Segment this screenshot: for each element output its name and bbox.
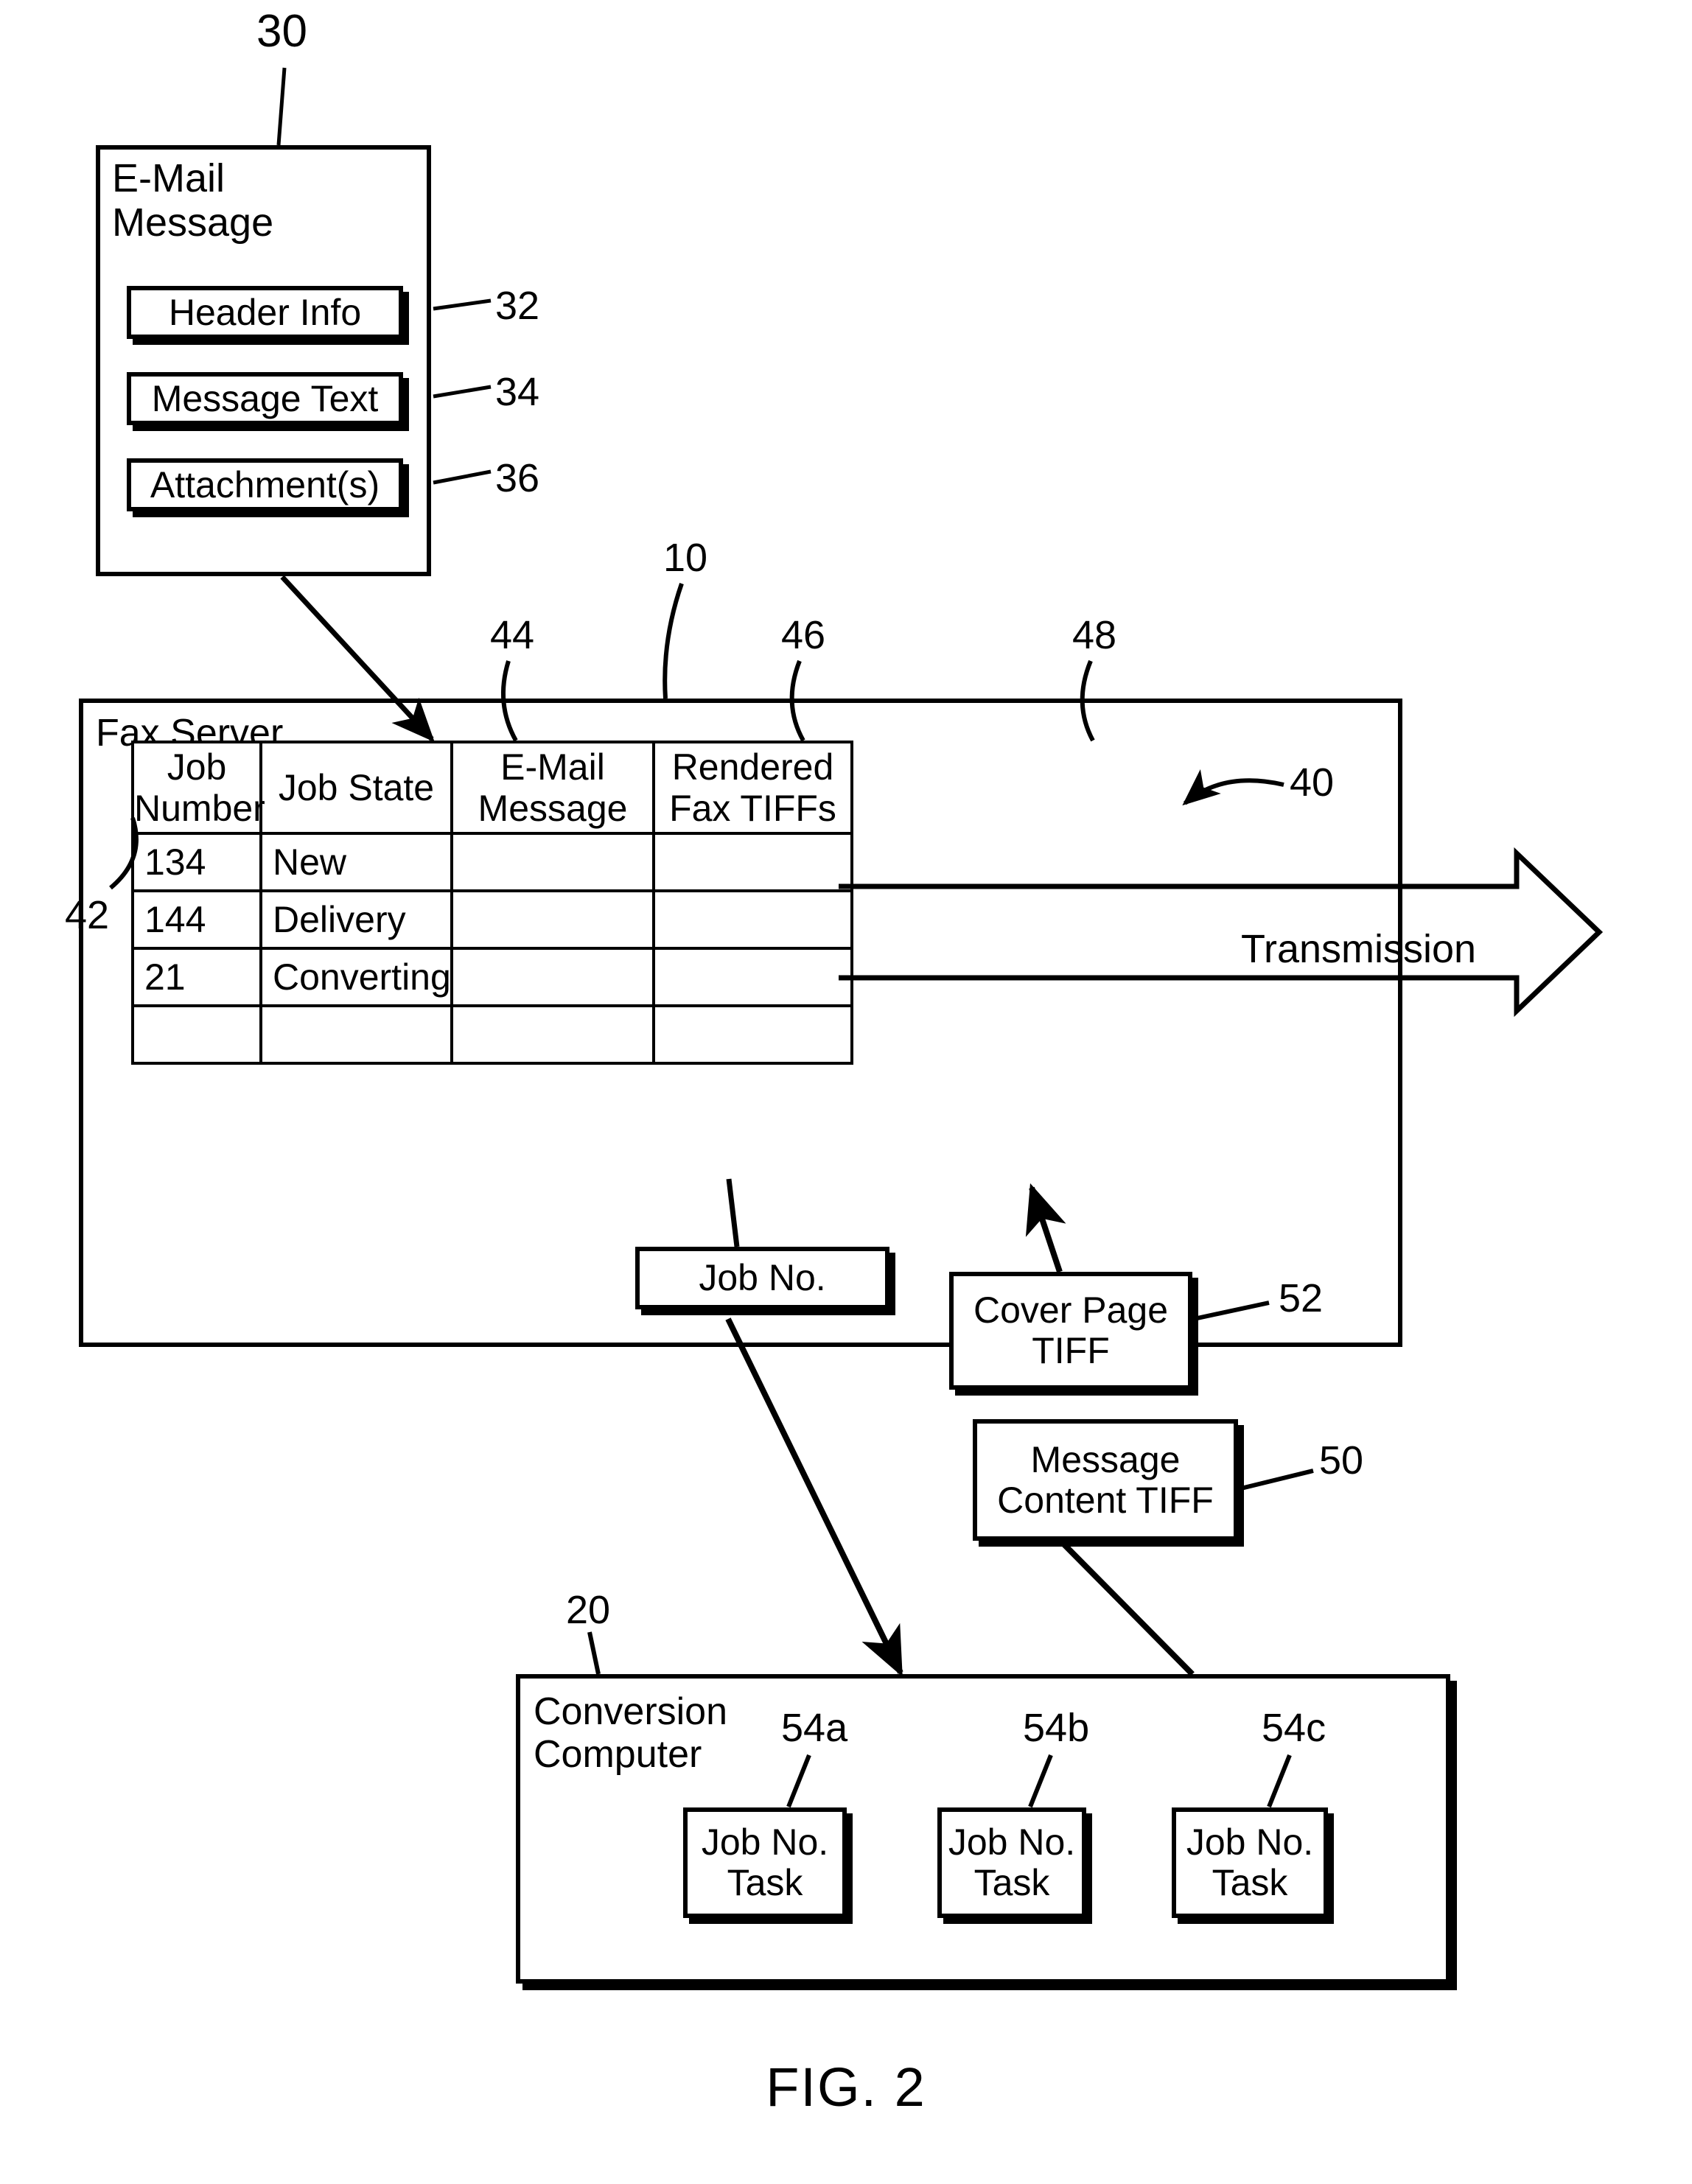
cell-email-message [450, 947, 655, 1007]
column-header-rendered-fax-tiffs: Rendered Fax TIFFs [652, 741, 853, 835]
column-header-job-number: Job Number [131, 741, 265, 835]
ref-42: 42 [65, 893, 110, 937]
patent-figure-canvas: E-Mail Message Header Info Message Text … [0, 0, 1692, 2184]
ref-10: 10 [663, 536, 708, 580]
cell-job-number: 21 [131, 947, 262, 1007]
table-row [131, 1004, 853, 1065]
ref-40: 40 [1290, 760, 1335, 805]
ref-34: 34 [495, 370, 540, 414]
attachments-box: Attachment(s) [127, 458, 403, 511]
task-box-54c: Job No. Task [1172, 1807, 1328, 1918]
ref-46: 46 [781, 613, 826, 657]
ref-54a: 54a [781, 1706, 848, 1750]
attachments-label: Attachment(s) [150, 463, 380, 505]
ref-54b: 54b [1023, 1706, 1090, 1750]
leader-line-32 [433, 298, 492, 311]
table-row: 21 Converting [131, 947, 853, 1007]
ref-20: 20 [566, 1588, 611, 1632]
cell-rendered-fax-tiffs [652, 832, 853, 892]
column-header-email-message: E-Mail Message [450, 741, 655, 835]
message-text-box: Message Text [127, 372, 403, 425]
message-content-tiff-label: Message Content TIFF [997, 1438, 1214, 1521]
cell-rendered-fax-tiffs [652, 889, 853, 950]
cell-email-message [450, 1004, 655, 1065]
cell-job-number: 144 [131, 889, 262, 950]
cell-job-state: Delivery [259, 889, 453, 950]
ref-32: 32 [495, 284, 540, 328]
cover-page-tiff-label: Cover Page TIFF [973, 1289, 1169, 1371]
figure-caption: FIG. 2 [766, 2057, 926, 2118]
leader-line-34 [433, 385, 492, 399]
cover-page-tiff-box: Cover Page TIFF [949, 1272, 1192, 1390]
job-queue-table: Job Number Job State E-Mail Message Rend… [131, 741, 853, 1065]
leader-line-36 [433, 469, 492, 485]
message-text-label: Message Text [151, 377, 379, 419]
leader-line-10 [663, 583, 684, 699]
cell-email-message [450, 889, 655, 950]
ref-52: 52 [1279, 1276, 1324, 1320]
arrow-job-no-to-conversion-computer [725, 1317, 903, 1677]
task-box-54a: Job No. Task [683, 1807, 847, 1918]
cell-job-number: 134 [131, 832, 262, 892]
table-row: 144 Delivery [131, 889, 853, 950]
header-info-label: Header Info [168, 291, 362, 333]
message-content-tiff-box: Message Content TIFF [973, 1419, 1238, 1541]
cell-job-state [259, 1004, 453, 1065]
leader-line-30 [276, 67, 287, 146]
transmission-label: Transmission [1241, 927, 1477, 971]
ref-54c: 54c [1262, 1706, 1326, 1750]
job-no-box: Job No. [635, 1247, 889, 1309]
ref-44: 44 [490, 613, 535, 657]
email-message-title: E-Mail Message [112, 156, 274, 245]
cell-job-state: Converting [259, 947, 453, 1007]
ref-50: 50 [1319, 1438, 1364, 1483]
line-message-content-tiff-to-conversion-computer [1059, 1539, 1195, 1676]
conversion-computer-title: Conversion Computer [534, 1690, 728, 1777]
task-label-54b: Job No. Task [948, 1821, 1076, 1903]
column-header-job-state: Job State [259, 741, 453, 835]
ref-36: 36 [495, 456, 540, 500]
task-box-54b: Job No. Task [937, 1807, 1086, 1918]
leader-line-50 [1240, 1469, 1314, 1491]
task-label-54c: Job No. Task [1186, 1821, 1314, 1903]
header-info-box: Header Info [127, 286, 403, 339]
ref-30: 30 [256, 6, 307, 57]
cell-job-state: New [259, 832, 453, 892]
cell-rendered-fax-tiffs [652, 947, 853, 1007]
cell-rendered-fax-tiffs [652, 1004, 853, 1065]
task-label-54a: Job No. Task [701, 1821, 829, 1903]
job-no-label: Job No. [699, 1257, 826, 1298]
cell-email-message [450, 832, 655, 892]
ref-48: 48 [1072, 613, 1117, 657]
table-header-row: Job Number Job State E-Mail Message Rend… [131, 741, 853, 835]
cell-job-number [131, 1004, 262, 1065]
leader-line-20 [587, 1631, 601, 1675]
table-row: 134 New [131, 832, 853, 892]
